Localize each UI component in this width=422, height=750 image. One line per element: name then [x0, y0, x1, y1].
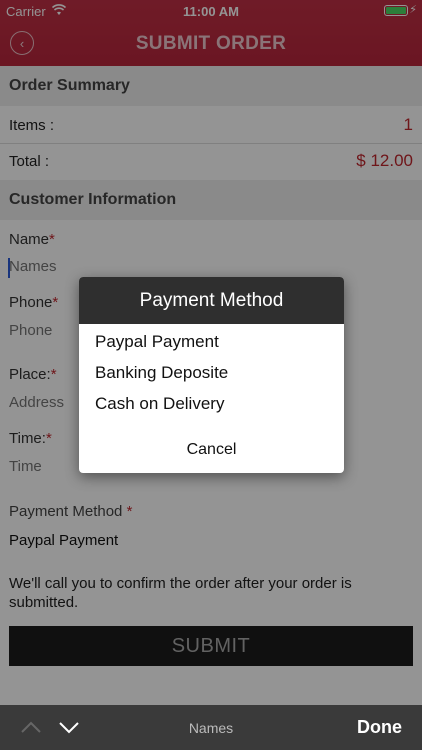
option-cash-on-delivery[interactable]: Cash on Delivery — [79, 388, 344, 419]
keyboard-toolbar: Names Done — [0, 705, 422, 750]
option-paypal[interactable]: Paypal Payment — [79, 326, 344, 357]
payment-method-dialog: Payment Method Paypal Payment Banking De… — [79, 277, 344, 473]
done-button[interactable]: Done — [357, 717, 402, 738]
cancel-button[interactable]: Cancel — [79, 441, 344, 459]
dialog-title: Payment Method — [79, 277, 344, 324]
option-banking-deposit[interactable]: Banking Deposite — [79, 357, 344, 388]
